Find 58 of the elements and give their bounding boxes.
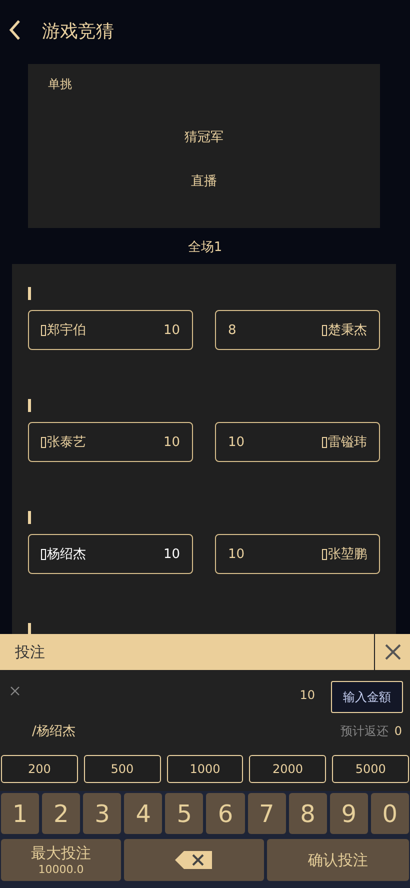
digit-key[interactable]: 4 <box>124 793 162 834</box>
amount-chip[interactable]: 200 <box>1 755 78 783</box>
sheet-title: 投注 <box>14 642 45 662</box>
player-name: 张泰艺 <box>41 433 86 451</box>
return-label: 预计返还 <box>340 722 388 740</box>
digit-key[interactable]: 2 <box>42 793 80 834</box>
odds-value: 10 <box>163 322 180 338</box>
digit-key[interactable]: 8 <box>288 793 327 834</box>
digit-key[interactable]: 3 <box>83 793 122 834</box>
player-name: 杨绍杰 <box>41 545 86 563</box>
confirm-bet-key[interactable]: 确认投注 <box>267 839 409 881</box>
max-bet-key[interactable]: 最大投注 10000.0 <box>1 839 121 881</box>
selected-pick: /杨绍杰 <box>32 723 76 740</box>
backspace-key[interactable] <box>124 839 264 881</box>
section-marker <box>28 399 31 412</box>
round-label: 全场1 <box>188 240 222 255</box>
odds-value: 10 <box>163 546 180 562</box>
player-name: 郑宇伯 <box>41 321 86 339</box>
page-title: 游戏竞猜 <box>42 20 114 43</box>
live-link[interactable]: 直播 <box>191 172 217 190</box>
digit-key[interactable]: 1 <box>1 793 40 834</box>
bet-option[interactable]: 杨绍杰 10 <box>28 534 193 574</box>
bet-option[interactable]: 10 张堃鹏 <box>215 534 380 574</box>
player-name: 张堃鹏 <box>322 545 367 563</box>
odds-value: 8 <box>228 322 236 338</box>
bet-option[interactable]: 8 楚秉杰 <box>215 310 380 350</box>
bet-option[interactable]: 郑宇伯 10 <box>28 310 193 350</box>
amount-chip[interactable]: 5000 <box>332 755 409 783</box>
clear-icon[interactable] <box>10 686 20 696</box>
player-name: 楚秉杰 <box>322 321 367 339</box>
missing-glyph-icon <box>41 548 46 560</box>
missing-glyph-icon <box>322 324 327 336</box>
digit-key[interactable]: 0 <box>370 793 409 834</box>
odds-value: 10 <box>228 434 245 450</box>
bet-option[interactable]: 张泰艺 10 <box>28 422 193 462</box>
match-type: 单挑 <box>48 76 72 93</box>
odds-value: 10 <box>228 546 245 562</box>
return-value: 0 <box>394 724 402 738</box>
section-marker <box>28 511 31 524</box>
digit-key[interactable]: 9 <box>330 793 368 834</box>
amount-chip[interactable]: 500 <box>84 755 161 783</box>
bet-option[interactable]: 10 雷镒玮 <box>215 422 380 462</box>
enter-amount-button[interactable]: 输入金額 <box>331 681 403 713</box>
missing-glyph-icon <box>322 548 327 560</box>
digit-key[interactable]: 6 <box>206 793 245 834</box>
backspace-icon <box>174 850 214 870</box>
section-marker <box>28 287 31 300</box>
missing-glyph-icon <box>41 436 46 448</box>
player-name: 雷镒玮 <box>322 433 367 451</box>
amount-chip[interactable]: 1000 <box>166 755 244 783</box>
amount-chip[interactable]: 2000 <box>249 755 326 783</box>
bet-amount: 10 <box>300 688 315 702</box>
digit-key[interactable]: 5 <box>165 793 204 834</box>
match-title: 猜冠军 <box>184 129 224 146</box>
odds-value: 10 <box>163 434 180 450</box>
missing-glyph-icon <box>322 436 327 448</box>
digit-key[interactable]: 7 <box>248 793 286 834</box>
missing-glyph-icon <box>41 324 46 336</box>
